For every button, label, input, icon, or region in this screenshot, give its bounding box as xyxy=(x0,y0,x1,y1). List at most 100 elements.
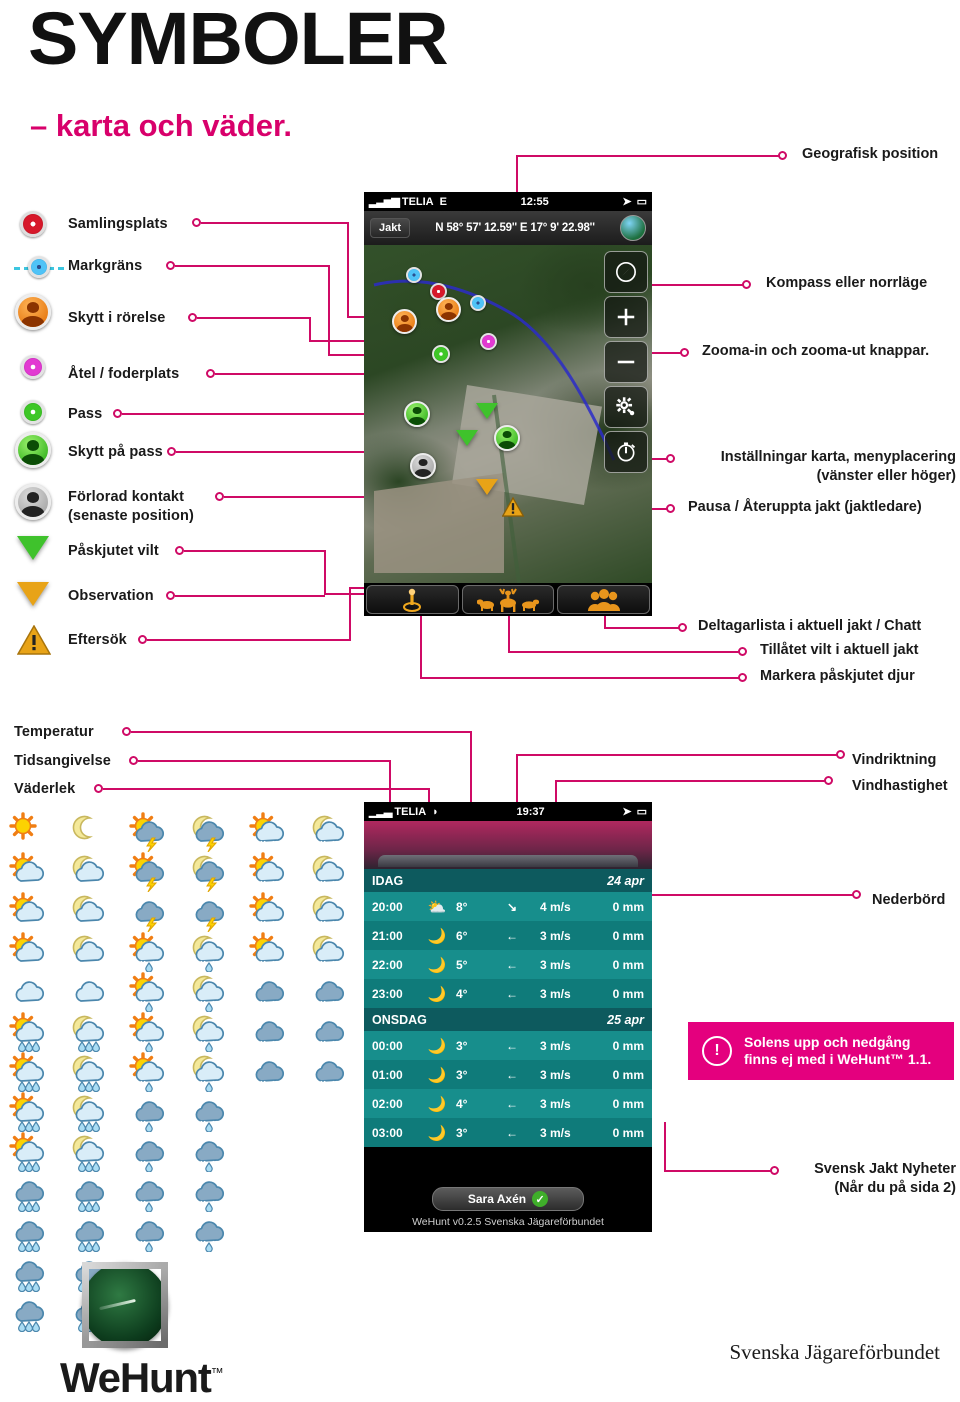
legend-label-forlorad-kontakt: Förlorad kontakt (senaste position) xyxy=(68,488,194,525)
weather-rain2-icon xyxy=(68,1212,112,1253)
coordinates-text: N 58° 57' 12.59'' E 17° 9' 22.98'' xyxy=(435,222,595,234)
globe-icon[interactable] xyxy=(620,215,646,241)
weather-rain-icon xyxy=(8,1172,52,1213)
weather-screenshot: ▁▂▃ TELIA ◗ 19:37 ➤ ▭ IDAG 24 apr 20:00 … xyxy=(364,802,652,1232)
row-precip: 0 mm xyxy=(612,1096,644,1111)
arrow-west-icon: ← xyxy=(506,1067,518,1082)
weather-moon-rain4-icon xyxy=(68,1132,112,1173)
day-name: ONSDAG xyxy=(372,1012,427,1027)
people-icon xyxy=(587,588,620,611)
mark-shot-animal-button[interactable] xyxy=(366,585,459,614)
weather-sleet-icon xyxy=(128,1092,172,1133)
weather-moon-rain2-icon xyxy=(68,1052,112,1093)
carrier-label: TELIA xyxy=(394,805,427,818)
legend-label-markgrans: Markgräns xyxy=(68,258,143,274)
weather-sun-cloud2-icon xyxy=(8,892,52,932)
page-subtitle: – karta och väder. xyxy=(30,108,292,143)
red-dot-marker-icon xyxy=(20,211,46,237)
map-control-buttons[interactable] xyxy=(604,251,648,473)
moon-icon: 🌙 xyxy=(427,1095,447,1113)
warning-triangle-icon xyxy=(16,624,52,660)
arrow-west-icon: ← xyxy=(506,1038,518,1053)
stopwatch-icon xyxy=(617,442,636,462)
weather-moon-icon xyxy=(68,812,112,852)
magenta-dot-marker-icon xyxy=(21,355,45,379)
zoom-in-button[interactable] xyxy=(604,296,648,338)
legend-label-pass: Pass xyxy=(68,406,103,422)
user-button[interactable]: Sara Axén ✓ xyxy=(432,1187,584,1211)
hunt-button[interactable]: Jakt xyxy=(370,218,411,238)
weather-moon-snow4-icon xyxy=(308,932,352,972)
map-canvas[interactable] xyxy=(364,245,652,583)
weather-cloud-icon xyxy=(8,972,52,1012)
weather-row: 00:00 🌙 3° ← 3 m/s 0 mm xyxy=(364,1031,652,1060)
weather-sleet3-icon xyxy=(128,1172,172,1213)
weather-snow3-icon xyxy=(308,1052,352,1092)
row-time: 00:00 xyxy=(372,1038,403,1053)
wehunt-logo: WeHunt™ xyxy=(60,1262,224,1402)
settings-button[interactable] xyxy=(604,386,648,428)
legend-label-forlorad-kontakt-line1: Förlorad kontakt xyxy=(68,489,184,505)
row-wind: 3 m/s xyxy=(540,957,571,972)
battery-icon: ▭ xyxy=(636,806,647,818)
map-marker-markgrans[interactable] xyxy=(406,267,422,283)
row-time: 23:00 xyxy=(372,986,403,1001)
signal-bars-icon: ▁▂▃ xyxy=(369,806,392,818)
map-marker-markgrans-2[interactable] xyxy=(470,295,486,311)
weather-sun-sleet-icon xyxy=(128,932,172,973)
map-marker-skytt-pa-pass[interactable] xyxy=(404,401,430,427)
map-marker-observation[interactable] xyxy=(476,479,498,495)
map-marker-pass[interactable] xyxy=(432,345,450,363)
map-marker-atel[interactable] xyxy=(480,333,497,350)
participants-button[interactable] xyxy=(557,585,651,614)
allowed-game-button[interactable] xyxy=(461,585,555,614)
wehunt-radar-logo-icon xyxy=(82,1262,168,1348)
gear-icon xyxy=(616,397,635,416)
weather-moon-snow-icon xyxy=(308,812,352,852)
weather-sun-rain4-icon xyxy=(8,1132,52,1173)
connector-dot xyxy=(138,635,147,644)
amber-triangle-icon xyxy=(17,582,49,606)
compass-button[interactable] xyxy=(604,251,648,293)
label-tidsangivelse: Tidsangivelse xyxy=(14,753,111,769)
label-svensk-jakt-line1: Svensk Jakt Nyheter xyxy=(814,1161,956,1177)
weather-row: 02:00 🌙 4° ← 3 m/s 0 mm xyxy=(364,1089,652,1118)
pause-hunt-button[interactable] xyxy=(604,431,648,473)
zoom-out-button[interactable] xyxy=(604,341,648,383)
label-deltagarlista: Deltagarlista i aktuell jakt / Chatt xyxy=(698,618,922,634)
row-temp: 3° xyxy=(456,1038,468,1053)
map-screenshot: ▂▃▅▆ TELIA E 12:55 ➤ ▭ Jakt N 58° 57' 12… xyxy=(364,192,652,616)
map-marker-forlorad-kontakt[interactable] xyxy=(410,453,436,479)
connector-dot xyxy=(188,313,197,322)
weather-row: 03:00 🌙 3° ← 3 m/s 0 mm xyxy=(364,1118,652,1147)
row-precip: 0 mm xyxy=(612,957,644,972)
weather-rain-icon xyxy=(68,1172,112,1213)
map-marker-eftersok[interactable] xyxy=(501,496,525,522)
map-marker-paskjutet-vilt[interactable] xyxy=(476,403,498,419)
minus-icon xyxy=(617,360,635,364)
weather-rain2-icon xyxy=(8,1212,52,1253)
connector-dot xyxy=(166,591,175,600)
day-date: 25 apr xyxy=(607,1012,644,1027)
animals-icon xyxy=(477,587,539,612)
map-marker-skytt-pa-pass-2[interactable] xyxy=(494,425,520,451)
weather-sleet2-icon xyxy=(128,1132,172,1173)
shot-marker-icon xyxy=(403,588,422,612)
connector-dot xyxy=(666,504,675,513)
weather-sun-snow3-icon xyxy=(248,892,292,932)
map-toolbar[interactable] xyxy=(364,583,652,616)
map-marker-skytt-i-rorelse-2[interactable] xyxy=(392,309,417,334)
map-marker-skytt-i-rorelse[interactable] xyxy=(436,297,461,322)
coordinate-bar: Jakt N 58° 57' 12.59'' E 17° 9' 22.98'' xyxy=(364,211,652,245)
connector-dot xyxy=(738,647,747,656)
row-precip: 0 mm xyxy=(612,1125,644,1140)
moon-cloud-icon: 🌙 xyxy=(427,927,447,945)
row-temp: 8° xyxy=(456,899,468,914)
weather-status-bar: ▁▂▃ TELIA ◗ 19:37 ➤ ▭ xyxy=(364,802,652,821)
row-temp: 3° xyxy=(456,1125,468,1140)
weather-snow2-icon xyxy=(308,1012,352,1052)
map-marker-paskjutet-vilt-2[interactable] xyxy=(456,430,478,446)
row-precip: 0 mm xyxy=(612,899,644,914)
label-installningar-line1: Inställningar karta, menyplacering xyxy=(720,449,956,465)
connector-dot xyxy=(680,348,689,357)
